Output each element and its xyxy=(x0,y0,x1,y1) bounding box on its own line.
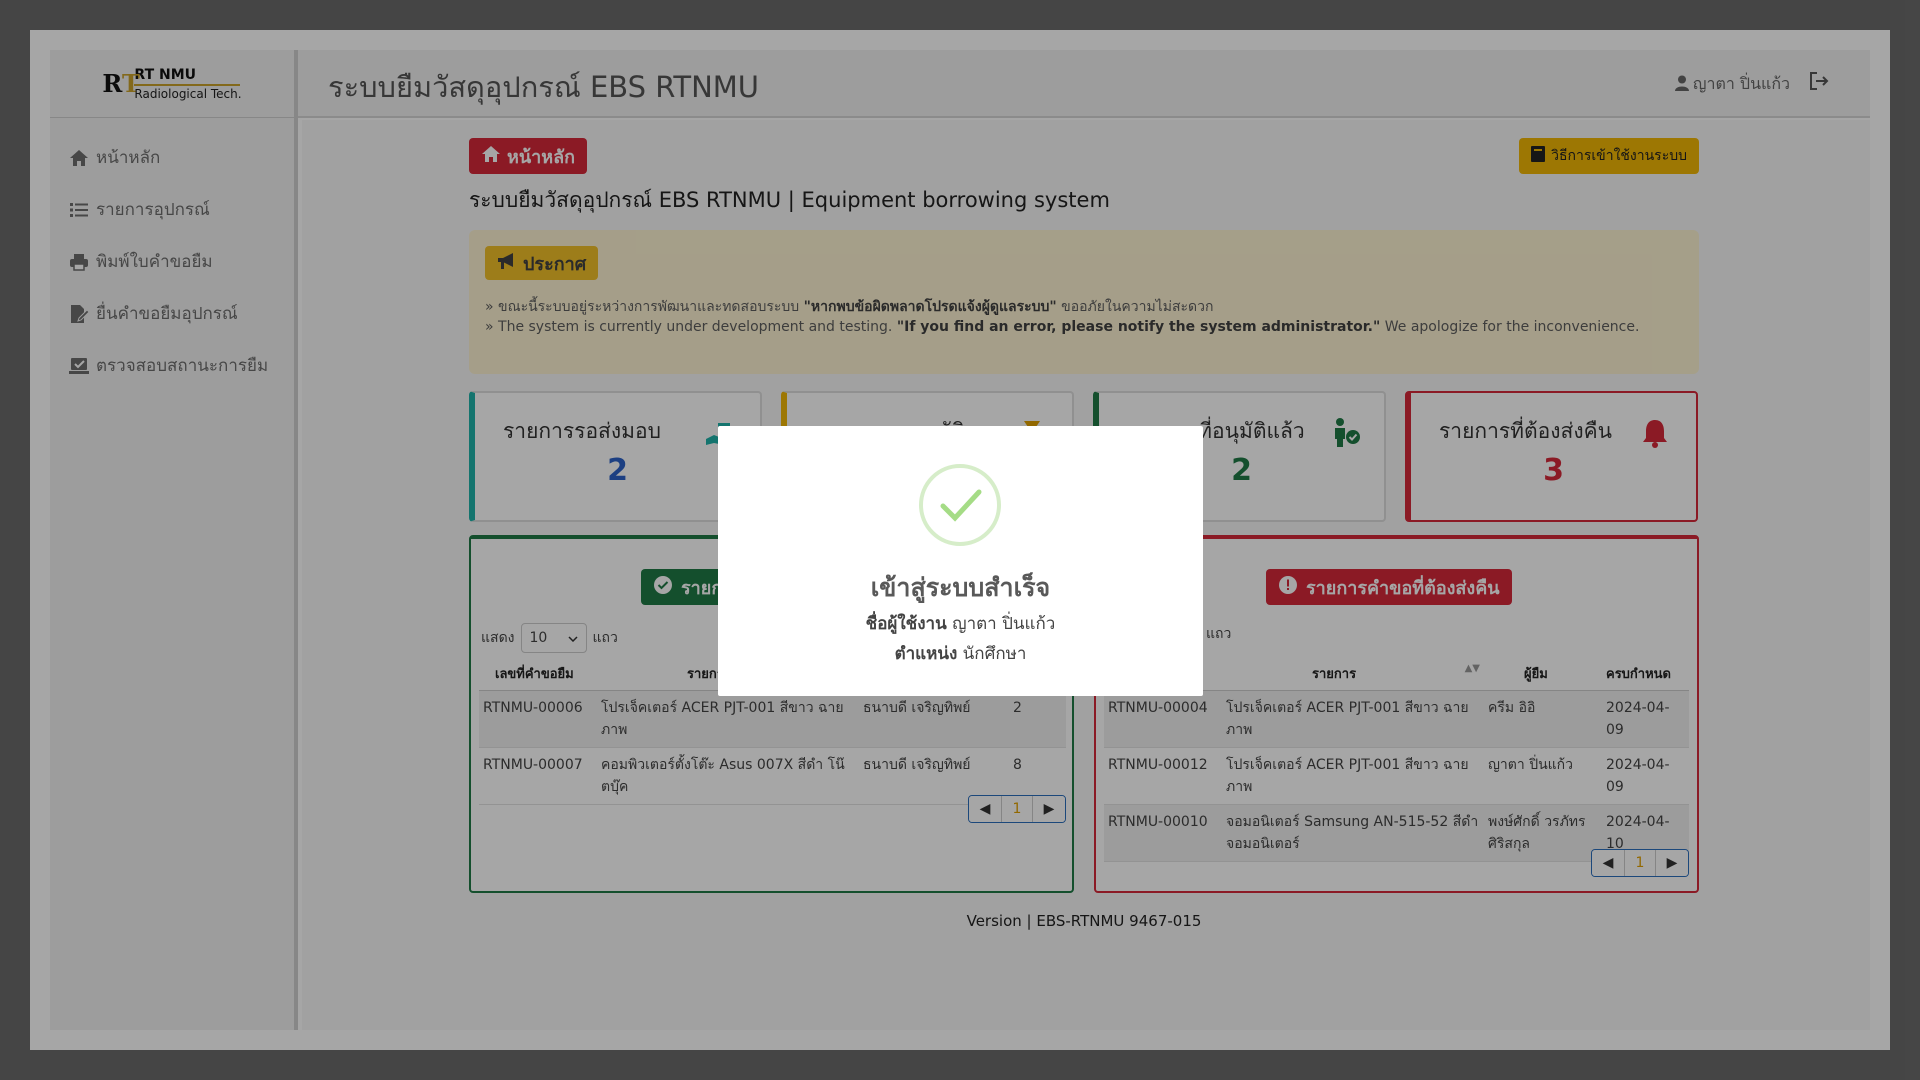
dialog-role-line: ตำแหน่ง นักศึกษา xyxy=(894,644,1027,664)
login-success-dialog: เข้าสู่ระบบสำเร็จ ชื่อผู้ใช้งาน ญาตา ปิ่… xyxy=(718,426,1203,696)
dialog-title: เข้าสู่ระบบสำเร็จ xyxy=(870,573,1051,602)
dialog-user-line: ชื่อผู้ใช้งาน ญาตา ปิ่นแก้ว xyxy=(865,614,1056,634)
success-check-icon xyxy=(919,464,1001,546)
